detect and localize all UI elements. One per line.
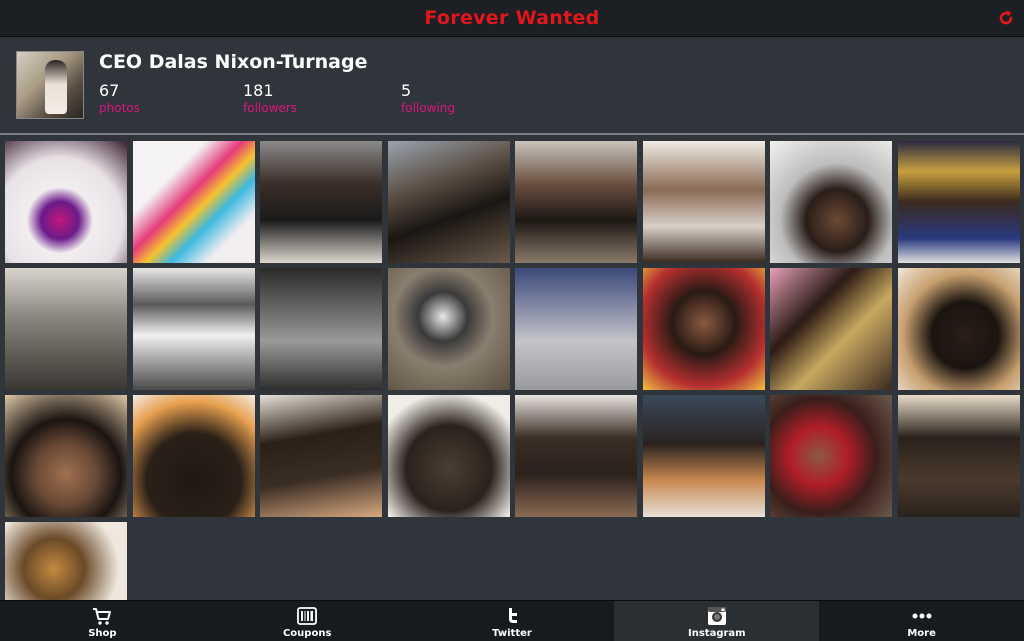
photo-thumbnail[interactable] [642, 268, 765, 390]
photo-thumbnail[interactable] [770, 395, 892, 517]
avatar-figure [45, 60, 67, 114]
photo-thumbnail[interactable] [515, 268, 637, 390]
photo-thumbnail[interactable] [770, 141, 892, 263]
photo-thumbnail[interactable] [642, 395, 765, 517]
instagram-icon [706, 605, 728, 627]
stat-photos-count: 67 [99, 81, 120, 100]
stat-photos[interactable]: 67 photos [99, 82, 140, 116]
stat-followers-label: followers [243, 101, 297, 115]
photo-thumbnail[interactable] [515, 395, 637, 517]
nav-coupons[interactable]: Coupons [205, 601, 410, 641]
photo-thumbnail[interactable] [132, 268, 255, 390]
photo-thumbnail[interactable] [770, 268, 892, 390]
nav-instagram-label: Instagram [688, 628, 746, 639]
photo-thumbnail[interactable] [515, 141, 637, 263]
avatar[interactable] [16, 51, 84, 119]
app-header: Forever Wanted [0, 0, 1024, 37]
photo-thumbnail[interactable] [5, 268, 127, 390]
stat-followers[interactable]: 181 followers [243, 82, 297, 116]
nav-instagram[interactable]: Instagram [614, 601, 820, 641]
photo-thumbnail[interactable] [132, 141, 255, 263]
photo-thumbnail[interactable] [897, 268, 1020, 390]
nav-coupons-label: Coupons [282, 628, 332, 639]
app-title: Forever Wanted [424, 7, 600, 29]
photo-thumbnail[interactable] [5, 141, 127, 263]
photo-thumbnail[interactable] [897, 395, 1020, 517]
photo-thumbnail[interactable] [5, 522, 127, 600]
photo-thumbnail[interactable] [260, 395, 382, 517]
stat-photos-label: photos [99, 101, 140, 115]
photo-thumbnail[interactable] [897, 141, 1020, 263]
photo-thumbnail[interactable] [642, 141, 765, 263]
stat-following-label: following [401, 101, 455, 115]
twitter-icon [502, 605, 522, 627]
stat-followers-count: 181 [243, 81, 274, 100]
nav-shop-label: Shop [88, 628, 117, 639]
photo-grid [5, 141, 1020, 600]
nav-more-label: More [907, 628, 936, 639]
photo-thumbnail[interactable] [260, 268, 382, 390]
stat-following[interactable]: 5 following [401, 82, 455, 116]
photo-thumbnail[interactable] [387, 268, 510, 390]
stat-following-count: 5 [401, 81, 412, 100]
cart-icon [91, 605, 113, 627]
refresh-button[interactable] [996, 8, 1016, 28]
nav-shop[interactable]: Shop [0, 601, 205, 641]
profile-header: CEO Dalas Nixon-Turnage 67 photos 181 fo… [0, 37, 1024, 135]
photo-thumbnail[interactable] [260, 141, 382, 263]
photo-thumbnail[interactable] [387, 141, 510, 263]
refresh-icon [999, 10, 1013, 25]
photo-thumbnail[interactable] [387, 395, 510, 517]
nav-twitter[interactable]: Twitter [410, 601, 615, 641]
photo-thumbnail[interactable] [5, 395, 127, 517]
more-icon [910, 605, 934, 627]
nav-twitter-label: Twitter [492, 628, 532, 639]
profile-name: CEO Dalas Nixon-Turnage [99, 51, 368, 73]
photo-thumbnail[interactable] [132, 395, 255, 517]
coupon-icon [296, 605, 318, 627]
nav-more[interactable]: More [819, 601, 1024, 641]
bottom-nav: Shop Coupons Twitter Instagram More [0, 600, 1024, 641]
